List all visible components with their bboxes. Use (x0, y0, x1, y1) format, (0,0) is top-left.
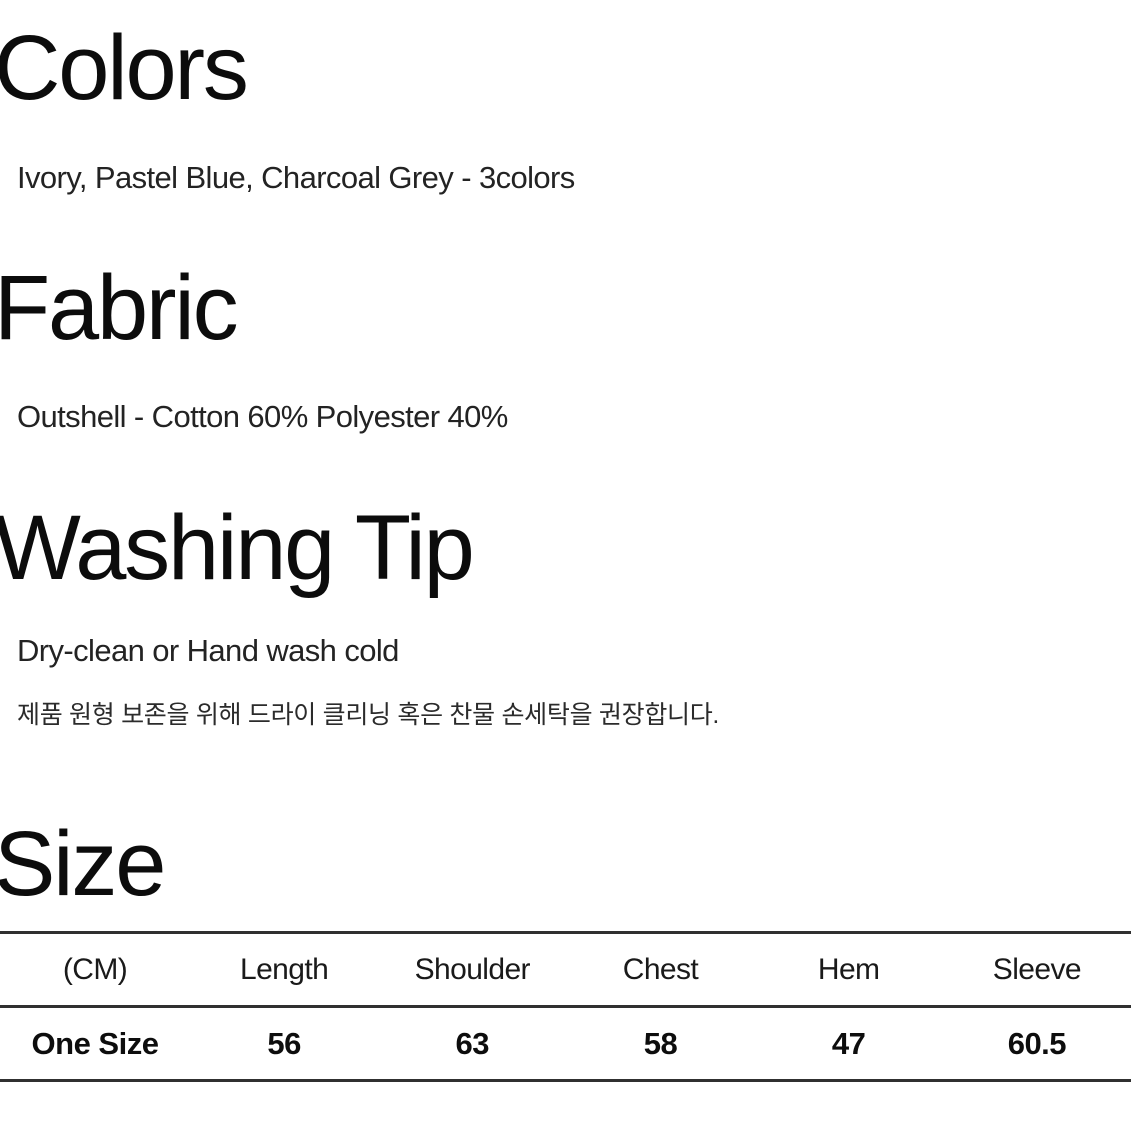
section-heading-washing-tip: Washing Tip (0, 497, 475, 599)
size-table-cell: 56 (267, 1025, 301, 1061)
section-heading-fabric: Fabric (0, 257, 239, 359)
washing-instruction-english: Dry-clean or Hand wash cold (17, 633, 399, 668)
size-table-header-cell: Hem (817, 952, 880, 986)
product-detail-page: Colors Ivory, Pastel Blue, Charcoal Grey… (0, 0, 1131, 1131)
size-table-cell: 47 (831, 1025, 866, 1061)
size-table-header-cell: Length (240, 952, 329, 986)
size-table-cell: 63 (455, 1025, 490, 1061)
size-table-header-row: (CM) Length Shoulder Chest Hem Sleeve (0, 933, 1131, 1007)
size-table-container: (CM) Length Shoulder Chest Hem Sleeve On… (0, 931, 1131, 1082)
fabric-description: Outshell - Cotton 60% Polyester 40% (17, 399, 508, 434)
size-table: (CM) Length Shoulder Chest Hem Sleeve On… (0, 931, 1131, 1082)
size-table-body: One Size 56 63 58 47 60.5 (0, 1007, 1131, 1081)
size-table-cell: 58 (643, 1025, 678, 1061)
size-table-cell: One Size (31, 1025, 159, 1061)
size-table-cell: 60.5 (1007, 1025, 1067, 1061)
size-table-head: (CM) Length Shoulder Chest Hem Sleeve (0, 933, 1131, 1007)
section-heading-colors: Colors (0, 17, 249, 119)
table-row: One Size 56 63 58 47 60.5 (0, 1007, 1131, 1081)
section-heading-size: Size (0, 813, 166, 915)
colors-description: Ivory, Pastel Blue, Charcoal Grey - 3col… (17, 160, 575, 195)
size-table-header-cell: Chest (622, 952, 699, 986)
size-table-header-cell: Shoulder (414, 952, 531, 986)
size-table-header-cell: (CM) (62, 952, 128, 986)
size-table-header-cell: Sleeve (992, 952, 1082, 986)
washing-instruction-korean: 제품 원형 보존을 위해 드라이 클리닝 혹은 찬물 손세탁을 권장합니다. (17, 701, 720, 729)
